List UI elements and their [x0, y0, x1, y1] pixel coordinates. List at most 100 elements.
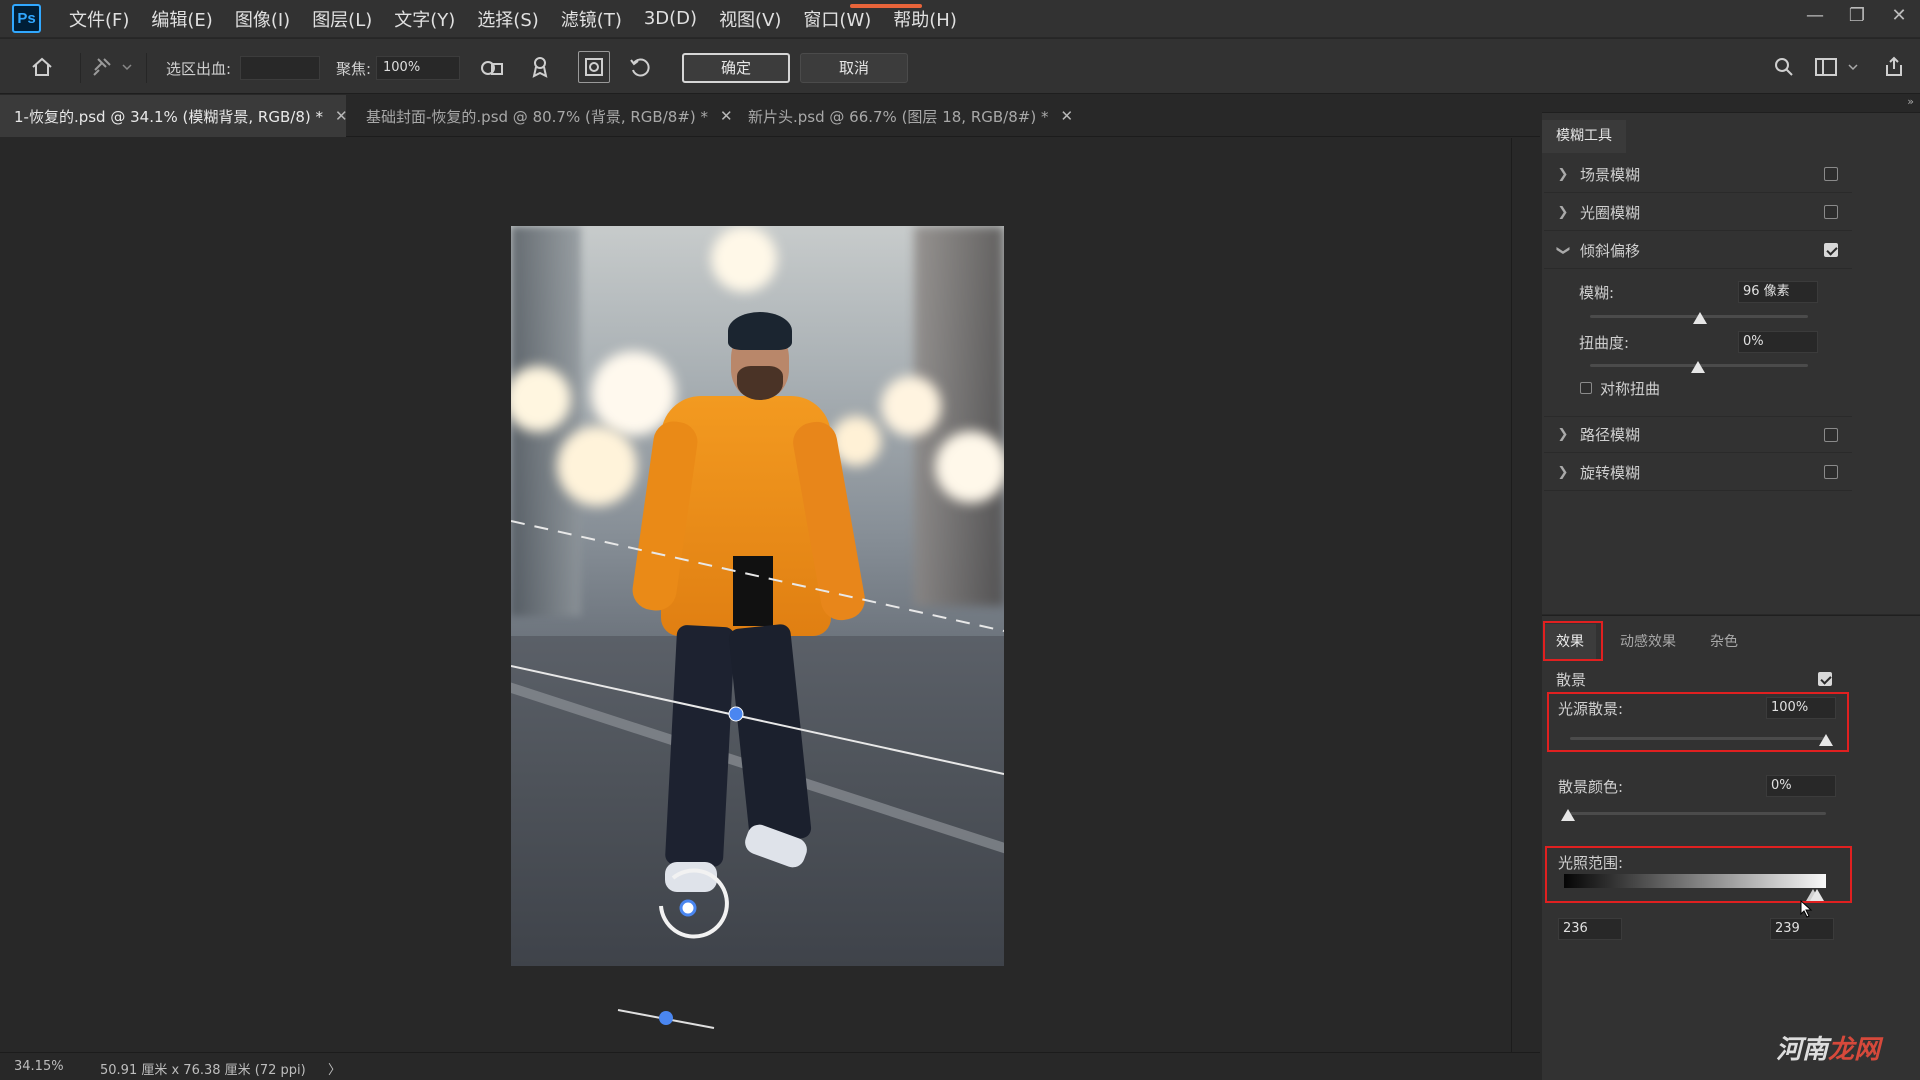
chevron-right-icon[interactable]: ❯ — [1552, 465, 1574, 480]
document-size: 50.91 厘米 x 76.38 厘米 (72 ppi) — [100, 1063, 306, 1078]
selection-output-field[interactable] — [240, 56, 320, 80]
chevron-down-icon[interactable] — [118, 51, 136, 83]
focus-label: 聚焦: — [336, 60, 372, 78]
workspace-icon[interactable] — [1810, 51, 1842, 83]
tab-document-3[interactable]: 新片头.psd @ 66.7% (图层 18, RGB/8#) * ✕ — [734, 95, 1074, 137]
chevron-down-icon[interactable] — [1844, 51, 1862, 83]
iris-blur-row[interactable]: ❯ 光圈模糊 — [1544, 194, 1852, 231]
tab-motion-effects[interactable]: 动感效果 — [1608, 624, 1688, 660]
close-icon[interactable]: ✕ — [720, 107, 733, 125]
light-bokeh-field[interactable]: 100% — [1766, 697, 1836, 719]
save-mask-to-channels-icon[interactable] — [476, 51, 508, 83]
spin-blur-row[interactable]: ❯ 旋转模糊 — [1544, 454, 1852, 491]
tilt-shift-focus-line[interactable] — [511, 665, 1004, 775]
spin-blur-checkbox[interactable] — [1824, 465, 1838, 479]
tilt-shift-label: 倾斜偏移 — [1580, 241, 1641, 260]
bokeh-color-field[interactable]: 0% — [1766, 775, 1836, 797]
watermark-text: 河南 — [1775, 1035, 1828, 1065]
menu-file[interactable]: 文件(F) — [69, 6, 129, 32]
menu-type[interactable]: 文字(Y) — [394, 6, 455, 32]
tilt-shift-feather-line[interactable] — [511, 520, 1004, 632]
path-blur-label: 路径模糊 — [1580, 426, 1641, 444]
bokeh-color-thumb[interactable] — [1561, 809, 1575, 821]
restore-icon[interactable]: ❐ — [1836, 0, 1878, 30]
highlight-box — [1543, 621, 1603, 661]
minimize-icon[interactable]: — — [1794, 0, 1836, 30]
blur-amount-field[interactable]: 96 像素 — [1738, 281, 1818, 303]
bokeh-color-slider[interactable] — [1570, 812, 1826, 815]
blur-tools-tab[interactable]: 模糊工具 — [1542, 120, 1626, 153]
symmetric-distortion-checkbox[interactable] — [1580, 382, 1592, 394]
chevron-right-icon[interactable]: ❯ — [1552, 167, 1574, 182]
chevron-down-icon[interactable]: ❯ — [1556, 239, 1571, 261]
pin-tool-icon[interactable] — [86, 51, 118, 83]
menu-image[interactable]: 图像(I) — [235, 6, 290, 32]
preview-icon[interactable] — [578, 51, 610, 83]
close-icon[interactable]: ✕ — [335, 107, 348, 125]
menu-window[interactable]: 窗口(W) — [803, 6, 871, 32]
canvas-area[interactable] — [0, 138, 1512, 1052]
high-quality-icon[interactable] — [524, 51, 556, 83]
status-menu-arrow[interactable]: 〉 — [328, 1059, 341, 1078]
chevron-right-icon[interactable]: ❯ — [1552, 427, 1574, 442]
distortion-field[interactable]: 0% — [1738, 331, 1818, 353]
watermark: 河南龙网 — [1776, 1029, 1880, 1066]
distortion-thumb[interactable] — [1691, 361, 1705, 373]
menu-layer[interactable]: 图层(L) — [312, 6, 372, 32]
ok-button[interactable]: 确定 — [682, 53, 790, 83]
tilt-shift-row[interactable]: ❯ 倾斜偏移 — [1544, 232, 1852, 269]
update-indicator — [850, 4, 922, 8]
field-blur-checkbox[interactable] — [1824, 167, 1838, 181]
menu-filter[interactable]: 滤镜(T) — [561, 6, 622, 32]
reset-icon[interactable] — [624, 51, 656, 83]
rotation-handle[interactable] — [610, 1000, 730, 1040]
watermark-text: 龙网 — [1827, 1035, 1880, 1065]
tab-document-1[interactable]: 1-恢复的.psd @ 34.1% (模糊背景, RGB/8) * ✕ — [0, 95, 348, 137]
tilt-shift-overlay — [511, 520, 1004, 939]
search-icon[interactable] — [1768, 51, 1800, 83]
light-range-gradient[interactable] — [1564, 874, 1826, 888]
light-range-low-field[interactable]: 236 — [1558, 918, 1622, 940]
window-controls: — ❐ ✕ — [1794, 0, 1920, 30]
field-blur-row[interactable]: ❯ 场景模糊 — [1544, 156, 1852, 193]
blur-tools-panel: 模糊工具 ❯ 场景模糊 ❯ 光圈模糊 ❯ 倾斜偏移 模糊: 96 像素 扭曲度:… — [1542, 112, 1920, 614]
close-icon[interactable]: ✕ — [1060, 107, 1073, 125]
mouse-cursor-icon — [1800, 900, 1813, 918]
blur-amount-thumb[interactable] — [1693, 312, 1707, 324]
effects-panel: 效果 动感效果 杂色 散景 光源散景: 100% 散景颜色: 0% 光照范围: … — [1542, 615, 1920, 1080]
bokeh-color-label: 散景颜色: — [1558, 778, 1624, 796]
menu-select[interactable]: 选择(S) — [477, 6, 538, 32]
menu-edit[interactable]: 编辑(E) — [151, 6, 212, 32]
close-window-icon[interactable]: ✕ — [1878, 0, 1920, 30]
bokeh-checkbox[interactable] — [1818, 672, 1832, 686]
menu-view[interactable]: 视图(V) — [719, 6, 781, 32]
blur-center-pin[interactable] — [679, 899, 697, 917]
home-icon[interactable] — [26, 51, 58, 83]
tab-label: 新片头.psd @ 66.7% (图层 18, RGB/8#) * — [748, 107, 1049, 126]
light-bokeh-slider[interactable] — [1570, 737, 1826, 740]
light-range-high-field[interactable]: 239 — [1770, 918, 1834, 940]
chevron-right-icon[interactable]: ❯ — [1552, 205, 1574, 220]
menu-3d[interactable]: 3D(D) — [644, 8, 697, 29]
menu-help[interactable]: 帮助(H) — [893, 6, 957, 32]
blur-amount-label: 模糊: — [1579, 284, 1615, 302]
share-icon[interactable] — [1878, 51, 1910, 83]
path-blur-row[interactable]: ❯ 路径模糊 — [1544, 416, 1852, 453]
zoom-level[interactable]: 34.15% — [14, 1059, 64, 1074]
collapse-panels-icon[interactable]: » — [1907, 95, 1914, 108]
symmetric-distortion-label: 对称扭曲 — [1600, 380, 1661, 398]
tilt-shift-checkbox[interactable] — [1824, 243, 1838, 257]
cancel-button[interactable]: 取消 — [800, 53, 908, 83]
light-bokeh-label: 光源散景: — [1558, 700, 1624, 718]
light-bokeh-thumb[interactable] — [1819, 734, 1833, 746]
focus-field[interactable]: 100% — [376, 56, 460, 80]
iris-blur-checkbox[interactable] — [1824, 205, 1838, 219]
light-range-label: 光照范围: — [1558, 854, 1624, 872]
path-blur-checkbox[interactable] — [1824, 428, 1838, 442]
tab-document-2[interactable]: 基础封面-恢复的.psd @ 80.7% (背景, RGB/8#) * ✕ — [352, 95, 733, 137]
document-image[interactable] — [511, 226, 1004, 966]
tilt-shift-line-handle[interactable] — [728, 706, 744, 722]
bokeh-label: 散景 — [1556, 671, 1587, 689]
tab-noise[interactable]: 杂色 — [1698, 624, 1750, 660]
photoshop-logo[interactable]: Ps — [12, 4, 41, 33]
